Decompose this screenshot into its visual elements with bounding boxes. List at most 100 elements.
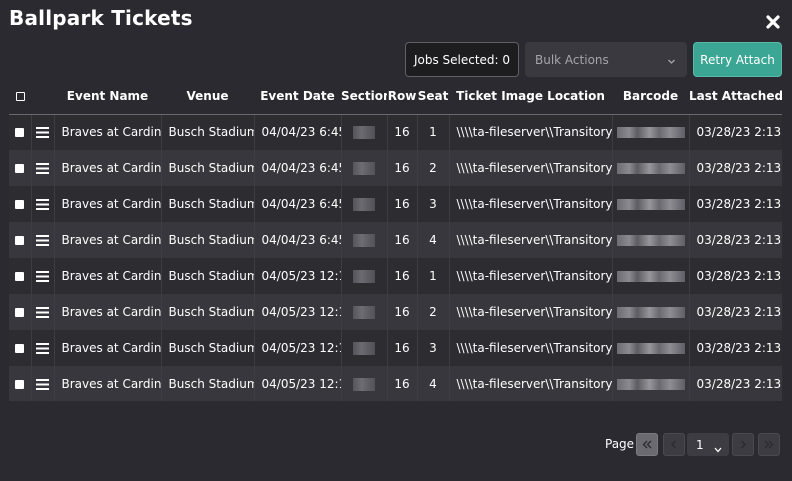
- row-menu-icon[interactable]: [30, 114, 54, 150]
- cell-event-date: 04/05/23 12:1: [253, 330, 341, 366]
- cell-barcode-redacted: [611, 366, 689, 401]
- cell-venue: Busch Stadium: [160, 258, 254, 294]
- header-event-name[interactable]: Event Name: [54, 78, 161, 115]
- cell-row: 16: [386, 366, 417, 401]
- close-icon[interactable]: [764, 13, 782, 31]
- cell-venue: Busch Stadium: [160, 330, 254, 366]
- cell-last-attached: 03/28/23 2:13 PM: [688, 258, 782, 294]
- header-row[interactable]: Row: [387, 78, 417, 115]
- cell-event-name: Braves at Cardinals: [53, 330, 161, 366]
- cell-seat: 3: [416, 186, 449, 222]
- row-menu-icon[interactable]: [30, 330, 54, 366]
- cell-event-date: 04/04/23 6:45: [253, 222, 341, 258]
- cell-seat: 1: [416, 114, 449, 150]
- select-all-checkbox[interactable]: [9, 78, 31, 115]
- cell-last-attached: 03/28/23 2:13 PM: [688, 366, 782, 401]
- cell-event-name: Braves at Cardinals: [53, 114, 161, 150]
- cell-barcode-redacted: [611, 258, 689, 294]
- cell-section-redacted: [340, 114, 387, 150]
- cell-row: 16: [386, 186, 417, 222]
- table-row[interactable]: Braves at CardinalsBusch Stadium04/05/23…: [9, 366, 782, 401]
- table-row[interactable]: Braves at CardinalsBusch Stadium04/05/23…: [9, 294, 782, 330]
- header-venue[interactable]: Venue: [161, 78, 254, 115]
- dialog-title: Ballpark Tickets: [9, 6, 193, 30]
- header-menu-col: [31, 78, 54, 115]
- cell-barcode-redacted: [611, 114, 689, 150]
- cell-last-attached: 03/28/23 2:13 PM: [688, 330, 782, 366]
- next-page-icon[interactable]: [732, 433, 754, 456]
- table-row[interactable]: Braves at CardinalsBusch Stadium04/04/23…: [9, 186, 782, 222]
- cell-ticket-image-location: \\\\ta-fileserver\\TransitoryF: [448, 186, 612, 222]
- row-checkbox[interactable]: [9, 186, 31, 222]
- cell-barcode-redacted: [611, 150, 689, 186]
- tickets-table: Event Name Venue Event Date Section Row …: [9, 78, 782, 401]
- jobs-selected-button[interactable]: Jobs Selected: 0: [405, 42, 519, 77]
- first-page-icon[interactable]: [636, 433, 658, 456]
- cell-row: 16: [386, 330, 417, 366]
- prev-page-icon[interactable]: [663, 433, 685, 456]
- row-checkbox[interactable]: [9, 114, 31, 150]
- bulk-actions-select[interactable]: Bulk Actions: [525, 42, 687, 77]
- row-checkbox[interactable]: [9, 294, 31, 330]
- cell-venue: Busch Stadium: [160, 114, 254, 150]
- row-checkbox[interactable]: [9, 222, 31, 258]
- row-menu-icon[interactable]: [30, 222, 54, 258]
- cell-event-name: Braves at Cardinals: [53, 294, 161, 330]
- cell-seat: 4: [416, 222, 449, 258]
- cell-seat: 1: [416, 258, 449, 294]
- table-row[interactable]: Braves at CardinalsBusch Stadium04/04/23…: [9, 114, 782, 150]
- row-menu-icon[interactable]: [30, 186, 54, 222]
- last-page-icon[interactable]: [758, 433, 780, 456]
- row-menu-icon[interactable]: [30, 150, 54, 186]
- cell-venue: Busch Stadium: [160, 366, 254, 401]
- cell-seat: 2: [416, 294, 449, 330]
- cell-row: 16: [386, 222, 417, 258]
- header-barcode[interactable]: Barcode: [612, 78, 689, 115]
- retry-attach-button[interactable]: Retry Attach: [693, 42, 782, 77]
- row-checkbox[interactable]: [9, 150, 31, 186]
- cell-event-date: 04/04/23 6:45: [253, 114, 341, 150]
- cell-barcode-redacted: [611, 222, 689, 258]
- cell-ticket-image-location: \\\\ta-fileserver\\TransitoryF: [448, 222, 612, 258]
- table-row[interactable]: Braves at CardinalsBusch Stadium04/05/23…: [9, 330, 782, 366]
- cell-event-date: 04/05/23 12:1: [253, 258, 341, 294]
- header-seat[interactable]: Seat: [417, 78, 449, 115]
- table-row[interactable]: Braves at CardinalsBusch Stadium04/04/23…: [9, 150, 782, 186]
- cell-event-date: 04/04/23 6:45: [253, 150, 341, 186]
- row-menu-icon[interactable]: [30, 366, 54, 401]
- chevron-down-icon: [667, 55, 676, 69]
- page-select[interactable]: 1: [687, 433, 729, 456]
- row-menu-icon[interactable]: [30, 294, 54, 330]
- cell-venue: Busch Stadium: [160, 294, 254, 330]
- cell-venue: Busch Stadium: [160, 150, 254, 186]
- cell-event-name: Braves at Cardinals: [53, 366, 161, 401]
- bulk-actions-value: Bulk Actions: [535, 52, 609, 67]
- cell-ticket-image-location: \\\\ta-fileserver\\TransitoryF: [448, 366, 612, 401]
- pager-label: Page: [605, 437, 635, 451]
- cell-event-name: Braves at Cardinals: [53, 186, 161, 222]
- cell-event-date: 04/05/23 12:1: [253, 294, 341, 330]
- table-row[interactable]: Braves at CardinalsBusch Stadium04/05/23…: [9, 258, 782, 294]
- table-header: Event Name Venue Event Date Section Row …: [9, 78, 782, 115]
- header-ticket-image-location[interactable]: Ticket Image Location: [449, 78, 612, 115]
- cell-last-attached: 03/28/23 2:13 PM: [688, 222, 782, 258]
- page-select-value: 1: [696, 437, 704, 452]
- cell-event-name: Braves at Cardinals: [53, 150, 161, 186]
- table-row[interactable]: Braves at CardinalsBusch Stadium04/04/23…: [9, 222, 782, 258]
- header-last-attached[interactable]: Last Attached: [689, 78, 782, 115]
- header-event-date[interactable]: Event Date: [254, 78, 341, 115]
- cell-barcode-redacted: [611, 294, 689, 330]
- cell-seat: 4: [416, 366, 449, 401]
- row-checkbox[interactable]: [9, 366, 31, 401]
- cell-section-redacted: [340, 258, 387, 294]
- row-checkbox[interactable]: [9, 330, 31, 366]
- row-checkbox[interactable]: [9, 258, 31, 294]
- row-menu-icon[interactable]: [30, 258, 54, 294]
- cell-row: 16: [386, 294, 417, 330]
- header-section[interactable]: Section: [341, 78, 387, 115]
- cell-section-redacted: [340, 330, 387, 366]
- cell-venue: Busch Stadium: [160, 222, 254, 258]
- cell-last-attached: 03/28/23 2:13 PM: [688, 114, 782, 150]
- cell-barcode-redacted: [611, 186, 689, 222]
- cell-ticket-image-location: \\\\ta-fileserver\\TransitoryF: [448, 150, 612, 186]
